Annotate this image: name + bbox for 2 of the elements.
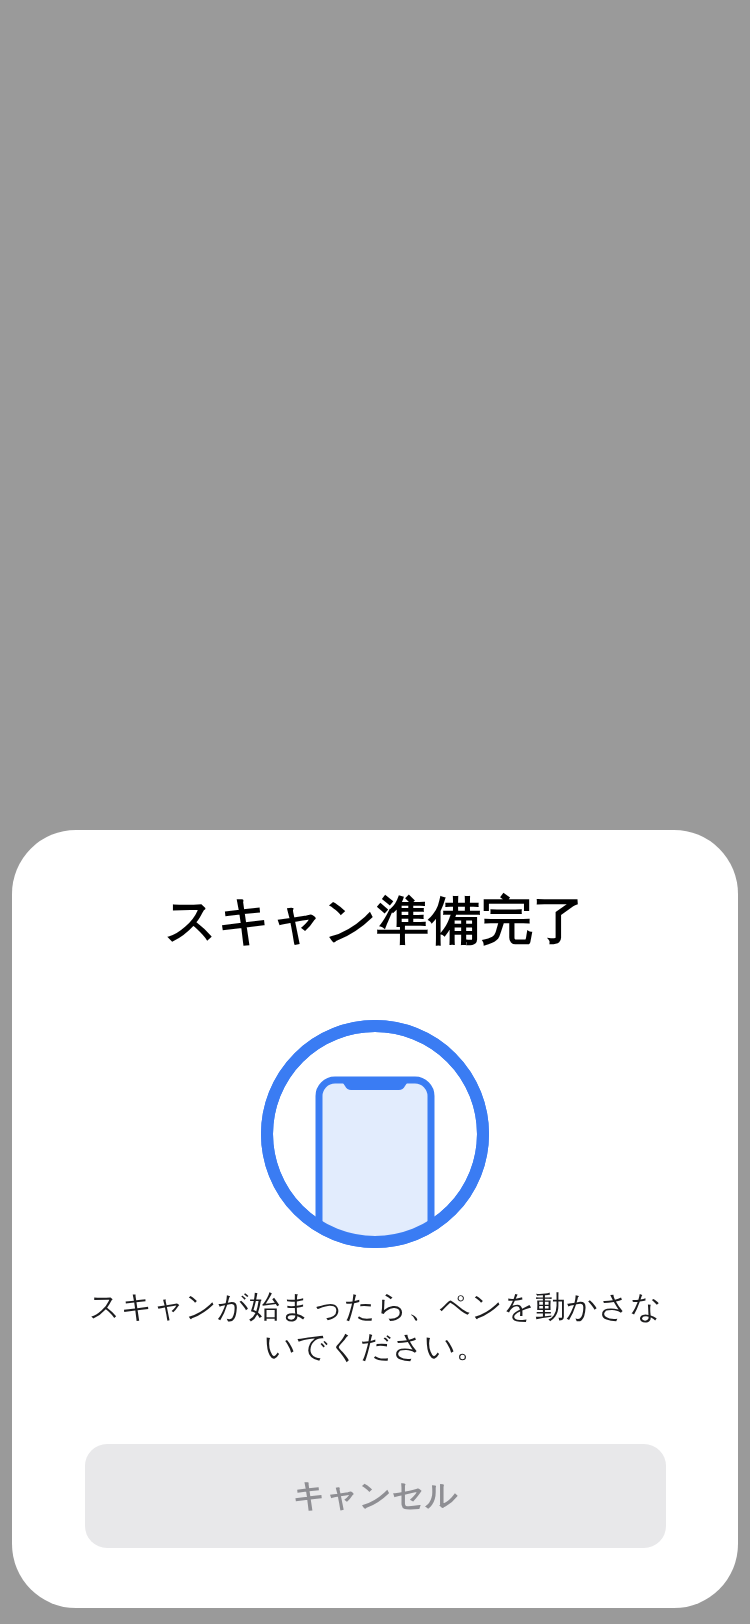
sheet-title: スキャン準備完了: [165, 889, 585, 952]
instruction-text: スキャンが始まったら、ペンを動かさないでください。: [87, 1287, 663, 1366]
